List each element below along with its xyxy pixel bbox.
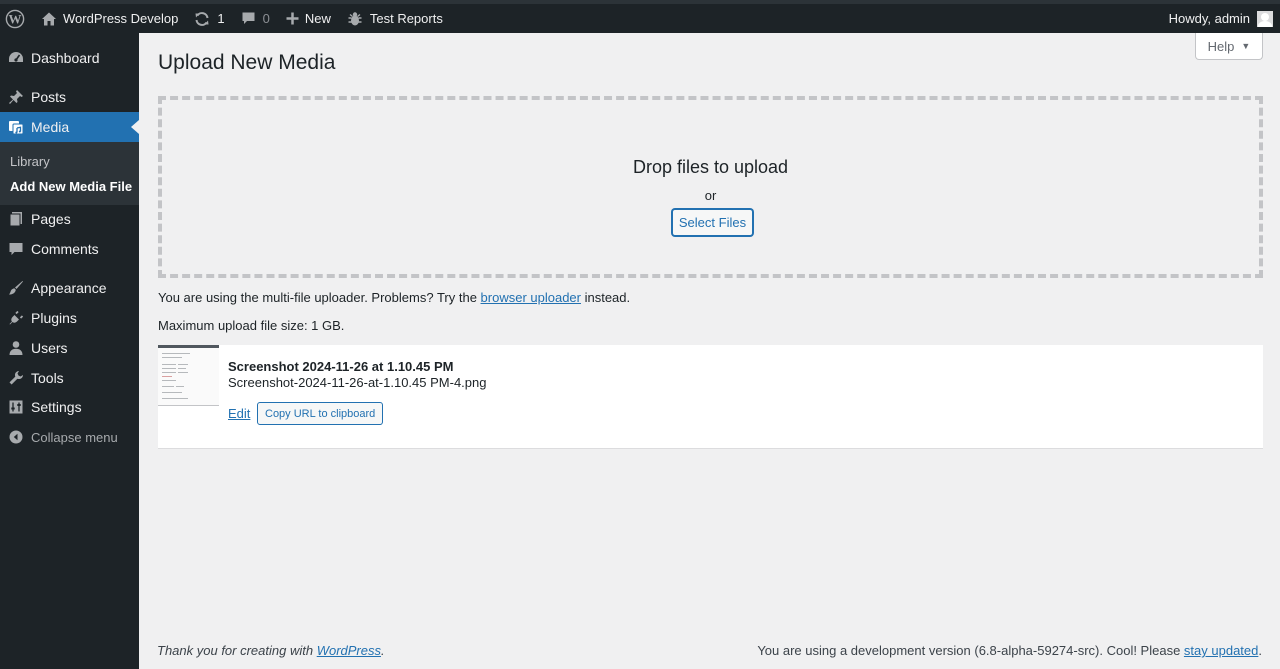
browser-uploader-link[interactable]: browser uploader [481,290,581,305]
sidebar-item-appearance[interactable]: Appearance [0,273,139,303]
sidebar-item-label: Tools [31,370,64,386]
comments-menu[interactable]: 0 [233,4,278,33]
updates-count: 1 [217,11,225,26]
new-label: New [304,11,331,26]
user-icon [9,341,23,355]
avatar [1257,10,1273,27]
sidebar-item-pages[interactable]: Pages [0,204,139,234]
pushpin-icon [9,90,23,104]
admin-sidebar: Dashboard Posts Media Library Add New Me… [0,33,139,669]
help-tab-button[interactable]: Help ▼ [1195,33,1263,60]
sidebar-item-label: Comments [31,241,99,257]
media-icon [9,121,24,135]
select-files-button[interactable]: Select Files [672,209,753,236]
footer-version-end: . [1258,643,1262,658]
wordpress-link[interactable]: WordPress [317,643,381,658]
upload-dropzone[interactable]: Drop files to upload or Select Files [158,96,1263,278]
wordpress-logo-menu[interactable]: W [0,4,33,33]
footer-thankyou: Thank you for creating with WordPress. [157,643,385,658]
settings-icon [9,400,23,414]
new-content-menu[interactable]: New [278,4,339,33]
test-reports-menu[interactable]: Test Reports [339,4,451,33]
media-title: Screenshot 2024-11-26 at 1.10.45 PM [228,359,454,374]
sidebar-item-label: Dashboard [31,50,100,66]
stay-updated-link[interactable]: stay updated [1184,643,1258,658]
home-icon [42,12,56,25]
comment-icon [9,243,23,255]
footer-version-text: You are using a development version (6.8… [757,643,1184,658]
dropzone-title: Drop files to upload [632,157,789,177]
media-edit-link[interactable]: Edit [228,406,250,421]
sidebar-item-label: Posts [31,89,67,105]
updates-icon [195,11,209,26]
footer-version: You are using a development version (6.8… [757,643,1262,658]
sidebar-item-plugins[interactable]: Plugins [0,303,139,333]
max-upload-size: Maximum upload file size: 1 GB. [158,318,345,333]
site-name: WordPress Develop [63,11,179,26]
collapse-menu-label: Collapse menu [31,429,118,445]
comment-bubble-icon [242,12,255,24]
account-menu[interactable]: Howdy, admin [1161,4,1280,33]
collapse-menu-button[interactable]: Collapse menu [0,422,139,452]
page-title: Upload New Media [158,51,336,74]
sidebar-item-label: Pages [31,211,71,227]
media-thumbnail[interactable] [158,345,219,406]
svg-text:W: W [9,11,22,26]
updates-menu[interactable]: 1 [186,4,232,33]
sidebar-item-posts[interactable]: Posts [0,82,139,112]
paintbrush-icon [9,281,23,295]
admin-bar: W WordPress Develop 1 0 New Test Reports… [0,0,1280,33]
sidebar-item-label: Settings [31,399,82,415]
uploader-note-text: You are using the multi-file uploader. P… [158,290,481,305]
media-item: Screenshot 2024-11-26 at 1.10.45 PM Scre… [158,345,1263,449]
plus-icon [286,12,299,25]
footer-thankyou-end: . [381,643,385,658]
media-submenu: Library Add New Media File [0,142,139,205]
test-reports-label: Test Reports [369,11,443,26]
site-name-menu[interactable]: WordPress Develop [33,4,186,33]
sidebar-item-label: Appearance [31,280,107,296]
comments-count: 0 [262,11,270,26]
sidebar-item-settings[interactable]: Settings [0,392,139,422]
bug-icon [348,11,362,25]
sidebar-item-dashboard[interactable]: Dashboard [0,43,139,73]
howdy-text: Howdy, admin [1168,11,1250,26]
submenu-item-add-new-media-file[interactable]: Add New Media File [10,179,132,194]
copy-url-button[interactable]: Copy URL to clipboard [257,402,384,425]
collapse-arrow-icon [9,430,23,444]
pages-icon [9,212,22,227]
footer-thankyou-text: Thank you for creating with [157,643,317,658]
media-filename: Screenshot-2024-11-26-at-1.10.45 PM-4.pn… [228,375,487,390]
sidebar-item-tools[interactable]: Tools [0,363,139,393]
sidebar-item-label: Users [31,340,68,356]
submenu-item-library[interactable]: Library [10,154,50,169]
wordpress-logo-icon: W [5,9,25,28]
sidebar-item-media[interactable]: Media [0,112,139,142]
help-label: Help [1207,38,1235,54]
dashboard-icon [9,52,23,62]
sidebar-item-comments[interactable]: Comments [0,234,139,264]
sidebar-item-label: Plugins [31,310,77,326]
dropzone-or: or [704,188,717,203]
uploader-note: You are using the multi-file uploader. P… [158,290,630,305]
sidebar-item-users[interactable]: Users [0,333,139,363]
plug-icon [9,310,24,325]
uploader-note-text-end: instead. [580,290,631,305]
wrench-icon [9,370,24,385]
sidebar-item-label: Media [31,119,70,135]
caret-down-icon: ▼ [1241,41,1251,51]
